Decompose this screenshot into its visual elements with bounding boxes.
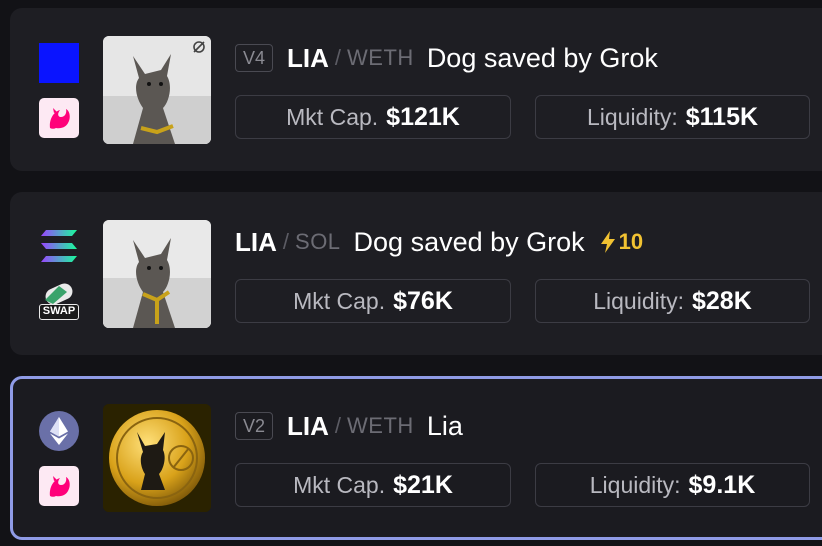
pair-separator: /: [334, 413, 342, 438]
eye-slash-icon: [193, 41, 205, 53]
market-cap-label: Mkt Cap.: [293, 471, 386, 498]
version-badge: V2: [235, 412, 274, 440]
token-symbol: LIA: [287, 410, 329, 441]
market-cap-value: $76K: [393, 286, 453, 315]
token-name: Lia: [426, 410, 463, 441]
pair-title: LIA / SOL Dog saved by Grok 10: [235, 225, 643, 259]
token-image: [103, 404, 211, 512]
liquidity-value: $9.1K: [688, 470, 756, 499]
pair-card-3[interactable]: V2 LIA / WETH Lia Mkt Cap. $21K Liquidit…: [10, 376, 822, 540]
version-badge: V4: [235, 44, 274, 72]
market-cap-value: $121K: [386, 102, 460, 131]
liquidity-value: $115K: [685, 102, 759, 131]
market-cap-label: Mkt Cap.: [293, 287, 386, 314]
pair-title: V2 LIA / WETH Lia: [235, 409, 463, 443]
boost-badge: 10: [599, 229, 643, 255]
quote-symbol: WETH: [347, 413, 414, 438]
pair-separator: /: [334, 45, 342, 70]
blue-square-icon: [39, 43, 79, 83]
quote-symbol: WETH: [347, 45, 414, 70]
swap-icon: SWAP: [39, 282, 79, 322]
pair-card-2[interactable]: SWAP LIA / SOL Dog saved by Grok 10 Mkt …: [10, 192, 822, 355]
market-cap-box: Mkt Cap. $76K: [235, 279, 511, 323]
pair-separator: /: [282, 229, 290, 254]
token-name: Dog saved by Grok: [353, 226, 585, 257]
market-cap-box: Mkt Cap. $121K: [235, 95, 511, 139]
market-cap-box: Mkt Cap. $21K: [235, 463, 511, 507]
quote-symbol: SOL: [295, 229, 341, 254]
pair-card-1[interactable]: V4 LIA / WETH Dog saved by Grok Mkt Cap.…: [10, 8, 822, 171]
boost-count: 10: [618, 229, 644, 254]
token-symbol: LIA: [235, 226, 277, 257]
market-cap-value: $21K: [393, 470, 453, 499]
uniswap-icon: [39, 466, 79, 506]
solana-icon: [39, 228, 79, 268]
ethereum-icon: [39, 411, 79, 451]
lightning-icon: [600, 231, 615, 253]
token-image: [103, 36, 211, 144]
token-image: [103, 220, 211, 328]
liquidity-value: $28K: [692, 286, 752, 315]
swap-label: SWAP: [39, 304, 79, 320]
liquidity-label: Liquidity:: [589, 471, 681, 498]
liquidity-label: Liquidity:: [593, 287, 684, 314]
token-name: Dog saved by Grok: [426, 42, 658, 73]
market-cap-label: Mkt Cap.: [286, 103, 379, 130]
liquidity-box: Liquidity: $28K: [535, 279, 810, 323]
pair-title: V4 LIA / WETH Dog saved by Grok: [235, 41, 658, 75]
token-symbol: LIA: [287, 42, 329, 73]
liquidity-label: Liquidity:: [586, 103, 678, 130]
liquidity-box: Liquidity: $9.1K: [535, 463, 810, 507]
uniswap-icon: [39, 98, 79, 138]
liquidity-box: Liquidity: $115K: [535, 95, 810, 139]
